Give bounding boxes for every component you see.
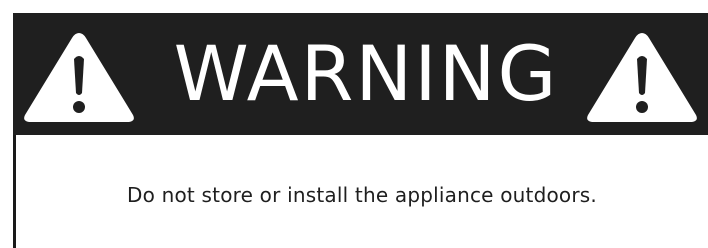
warning-triangle-icon — [587, 33, 697, 122]
warning-header: WARNING — [13, 13, 708, 135]
warning-body: Do not store or install the appliance ou… — [16, 135, 708, 248]
warning-triangle-icon — [24, 33, 134, 122]
warning-message: Do not store or install the appliance ou… — [127, 183, 597, 207]
warning-title: WARNING — [173, 29, 559, 118]
